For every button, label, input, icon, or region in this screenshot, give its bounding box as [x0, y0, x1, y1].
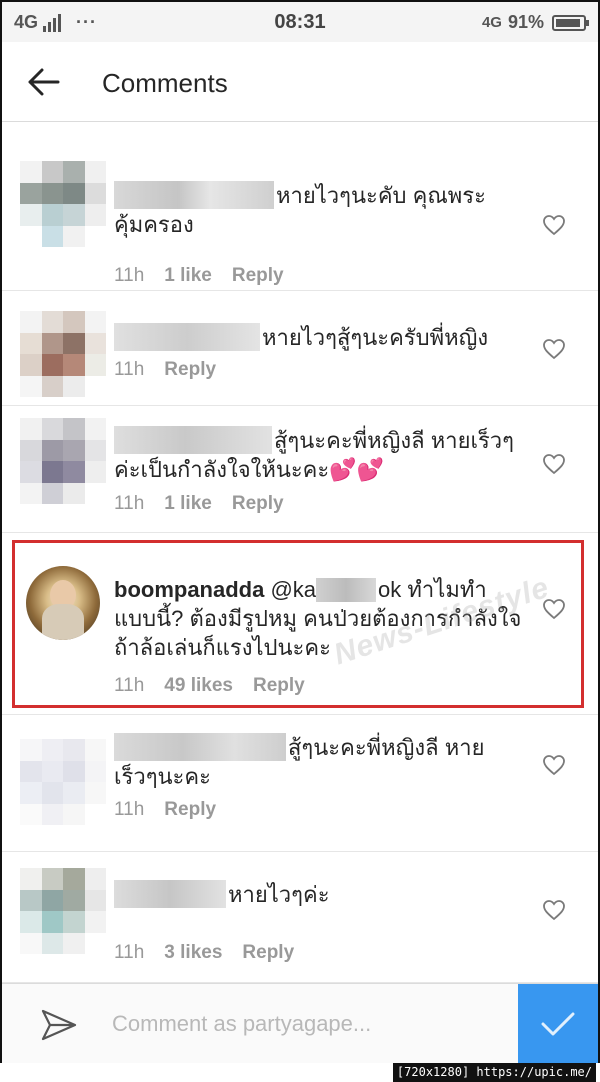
reply-link[interactable]: Reply: [232, 493, 284, 515]
comment-meta: 11h Reply: [114, 799, 216, 821]
comment-item: สู้ๆนะคะพี่หญิงลี หายเร็วๆนะคะ 11h Reply: [2, 715, 598, 852]
avatar: [20, 311, 106, 397]
page-title: Comments: [102, 68, 228, 98]
comment-text: หายไวๆค่ะ: [114, 880, 524, 909]
battery-fill: [556, 18, 580, 27]
comment-item: หายไวๆสู้ๆนะครับพี่หญิง 11h Reply: [2, 291, 598, 406]
reply-link[interactable]: Reply: [232, 265, 284, 287]
comment-text: หายไวๆนะคับ คุณพระคุ้มครอง: [114, 181, 524, 239]
comment-time: 11h: [114, 359, 145, 380]
check-icon: [541, 1012, 575, 1036]
comment-text: สู้ๆนะคะพี่หญิงลี หายเร็วๆนะคะ: [114, 733, 524, 791]
avatar: [20, 739, 106, 825]
comment-meta: 11h 1 like Reply: [114, 493, 284, 515]
comment-body: หายไวๆสู้ๆนะครับพี่หญิง: [262, 325, 489, 350]
reply-link[interactable]: Reply: [164, 799, 216, 821]
comment-input[interactable]: [112, 1008, 472, 1040]
battery-icon: [552, 14, 589, 31]
avatar: [20, 161, 106, 247]
blurred-username: [114, 181, 274, 209]
heart-icon[interactable]: [542, 213, 566, 237]
avatar: [20, 418, 106, 504]
heart-icon[interactable]: [542, 452, 566, 476]
likes-count[interactable]: 1 like: [164, 493, 212, 515]
comment-item: หายไวๆนะคับ คุณพระคุ้มครอง 11h 1 like Re…: [2, 141, 598, 291]
back-arrow-icon: [28, 68, 60, 96]
comment-body: หายไวๆค่ะ: [228, 882, 330, 907]
image-source-label: [720x1280] https://upic.me/: [392, 1063, 596, 1082]
comment-time: 11h: [114, 493, 145, 514]
blurred-username: [114, 323, 260, 351]
highlight-box: [12, 540, 584, 708]
reply-link[interactable]: Reply: [164, 359, 216, 381]
comment-time: 11h: [114, 942, 145, 963]
back-button[interactable]: [24, 62, 64, 102]
status-right: 4G 91%: [481, 12, 589, 33]
blurred-username: [114, 733, 286, 761]
network-right-label: 4G: [481, 14, 502, 31]
heart-icon[interactable]: [542, 337, 566, 361]
battery-percent: 91%: [507, 12, 544, 32]
post-button[interactable]: [518, 984, 598, 1064]
comment-text: สู้ๆนะคะพี่หญิงลี หายเร็วๆค่ะเป็นกำลังใจ…: [114, 426, 524, 484]
comment-meta: 11h 3 likes Reply: [114, 942, 294, 964]
comment-item: หายไวๆค่ะ 11h 3 likes Reply: [2, 852, 598, 983]
likes-count[interactable]: 3 likes: [164, 942, 222, 964]
comment-text: หายไวๆสู้ๆนะครับพี่หญิง: [114, 323, 524, 352]
blurred-username: [114, 426, 272, 454]
comment-meta: 11h Reply: [114, 359, 216, 381]
comment-time: 11h: [114, 265, 145, 286]
status-bar: 4G ··· 08:31 4G 91%: [2, 2, 598, 42]
avatar: [20, 868, 106, 954]
likes-count[interactable]: 1 like: [164, 265, 212, 287]
send-icon[interactable]: [40, 1006, 78, 1044]
compose-bar: [2, 983, 598, 1064]
comment-item: สู้ๆนะคะพี่หญิงลี หายเร็วๆค่ะเป็นกำลังใจ…: [2, 406, 598, 533]
app-header: Comments: [2, 42, 598, 122]
heart-icon[interactable]: [542, 753, 566, 777]
reply-link[interactable]: Reply: [242, 942, 294, 964]
comment-meta: 11h 1 like Reply: [114, 265, 284, 287]
comment-time: 11h: [114, 799, 145, 820]
heart-icon[interactable]: [542, 898, 566, 922]
blurred-username: [114, 880, 226, 908]
